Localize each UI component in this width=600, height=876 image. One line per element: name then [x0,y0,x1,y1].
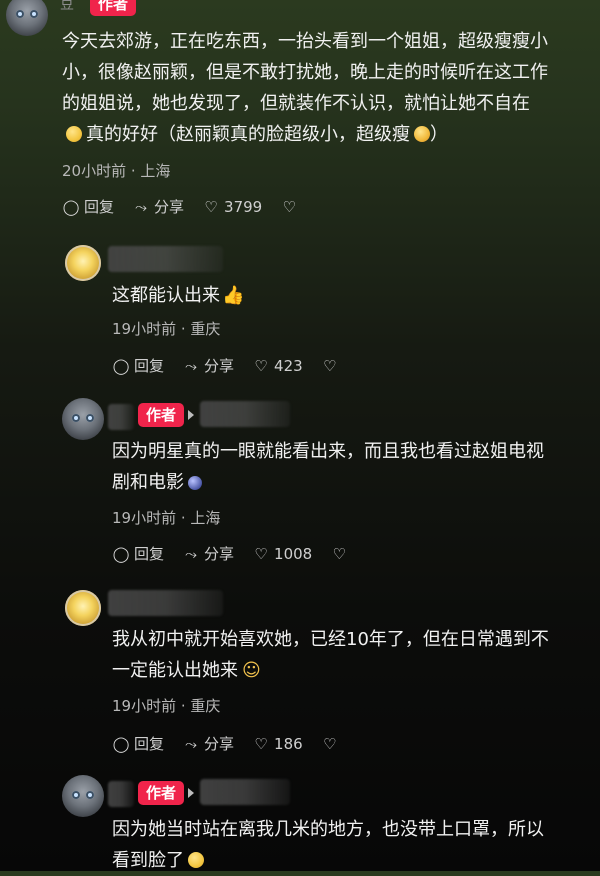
reply-button[interactable]: ◯ 回复 [112,543,164,564]
share-label: 分享 [204,357,235,375]
avatar[interactable] [65,590,101,626]
comment-actions: ◯ 回复 ⤳ 分享 ♡ 3799 ♡ [62,196,320,217]
reply-label: 回复 [134,735,165,753]
comment-actions: ◯ 回复 ⤳ 分享 ♡ 186 ♡ [112,733,361,754]
avatar[interactable] [65,245,101,281]
reply-arrow-icon [188,410,194,420]
comment-text-line: 剧和电影 [112,467,202,498]
like-button[interactable]: ♡ 186 [252,734,303,753]
speech-bubble-icon: ◯ [62,197,80,216]
share-label: 分享 [154,198,185,216]
broken-heart-icon: ♡ [322,356,337,375]
share-label: 分享 [204,545,235,563]
username-fragment: 豆 [60,0,74,13]
like-count: 1008 [274,544,313,563]
broken-heart-icon: ♡ [332,544,346,563]
thumbs-up-emoji-icon: 👍 [222,285,245,306]
comment-meta: 20小时前 · 上海 [62,162,171,180]
comment-text-line: 看到脸了 [112,845,208,876]
comment-meta: 19小时前 · 重庆 [112,697,221,715]
share-arrow-icon: ⤳ [185,356,198,375]
comment-text-line: 的姐姐说，她也发现了，但就装作不认识，就怕让她不自在 [62,93,530,114]
like-button[interactable]: ♡ 1008 [252,545,312,563]
comment-text-line: 真的好好（赵丽颖真的脸超级小，超级瘦 ） [62,119,448,150]
smile-emoji-icon [66,126,82,142]
reply-button[interactable]: ◯ 回复 [112,733,164,754]
share-button[interactable]: ⤳ 分享 [182,355,234,376]
like-button[interactable]: ♡ 423 [252,356,303,375]
avatar[interactable] [6,0,48,36]
reply-arrow-icon [188,788,194,798]
share-button[interactable]: ⤳ 分享 [132,196,184,217]
reply-label: 回复 [84,198,115,216]
heart-icon: ♡ [254,544,268,563]
comment-actions: ◯ 回复 ⤳ 分享 ♡ 1008 ♡ [112,543,370,564]
comment-text-line: 一定能认出她来 ☺ [112,655,261,686]
comment-text-fragment: 看到脸了 [112,850,184,871]
smile-emoji-icon [188,852,204,868]
avatar[interactable] [62,398,104,440]
crying-emoji-icon [414,126,430,142]
dislike-button[interactable]: ♡ [321,735,343,753]
share-arrow-icon: ⤳ [185,544,198,563]
share-arrow-icon: ⤳ [135,197,148,216]
comment-text-line: 我从初中就开始喜欢她，已经10年了，但在日常遇到不 [112,629,549,650]
reply-label: 回复 [134,545,165,563]
speech-bubble-icon: ◯ [112,734,130,753]
author-badge: 作者 [138,403,185,427]
comment-text-line: 因为她当时站在离我几米的地方，也没带上口罩，所以 [112,819,544,840]
username-redacted [108,781,134,807]
comment-text: 这都能认出来 👍 [112,280,244,311]
share-label: 分享 [204,735,235,753]
comment-text-fragment: 剧和电影 [112,472,184,493]
heart-icon: ♡ [254,356,268,375]
like-count: 186 [274,734,303,753]
comment-text-line: 小，很像赵丽颖，但是不敢打扰她，晚上走的时候听在这工作 [62,62,548,83]
reply-button[interactable]: ◯ 回复 [62,196,114,217]
reply-button[interactable]: ◯ 回复 [112,355,164,376]
comment-text-fragment: 这都能认出来 [112,285,220,306]
speech-bubble-icon: ◯ [112,544,130,563]
like-count: 423 [274,356,303,375]
like-button[interactable]: ♡ 3799 [202,198,262,216]
moon-emoji-icon [188,476,202,490]
comment-actions: ◯ 回复 ⤳ 分享 ♡ 423 ♡ [112,355,361,376]
heart-icon: ♡ [254,734,268,753]
comment-meta: 19小时前 · 重庆 [112,320,221,338]
comment-text-line: 因为明星真的一眼就能看出来，而且我也看过赵姐电视 [112,441,544,462]
like-count: 3799 [224,197,263,216]
reply-target-redacted [200,401,290,427]
comment-text-line: 今天去郊游，正在吃东西，一抬头看到一个姐姐，超级瘦瘦小 [62,31,548,52]
reply-target-redacted [200,779,290,805]
comment-meta: 19小时前 · 上海 [112,509,221,527]
author-badge: 作者 [90,0,137,16]
dislike-button[interactable]: ♡ [280,198,302,216]
avatar[interactable] [62,775,104,817]
comment-text-fragment: 一定能认出她来 [112,660,238,681]
dislike-button[interactable]: ♡ [330,545,352,563]
comment-text-fragment: 真的好好（赵丽颖真的脸超级小，超级瘦 [86,124,410,145]
laughing-emoji-icon: ☺ [242,660,261,681]
author-badge: 作者 [138,781,185,805]
heart-icon: ♡ [204,197,218,216]
comment-text-fragment: ） [430,124,448,145]
reply-label: 回复 [134,357,165,375]
dislike-button[interactable]: ♡ [321,357,343,375]
username-redacted [108,246,223,272]
username-redacted [108,590,223,616]
username-redacted [108,404,134,430]
broken-heart-icon: ♡ [282,197,296,216]
share-button[interactable]: ⤳ 分享 [182,733,234,754]
broken-heart-icon: ♡ [322,734,337,753]
share-arrow-icon: ⤳ [185,734,198,753]
share-button[interactable]: ⤳ 分享 [182,543,234,564]
speech-bubble-icon: ◯ [112,356,130,375]
